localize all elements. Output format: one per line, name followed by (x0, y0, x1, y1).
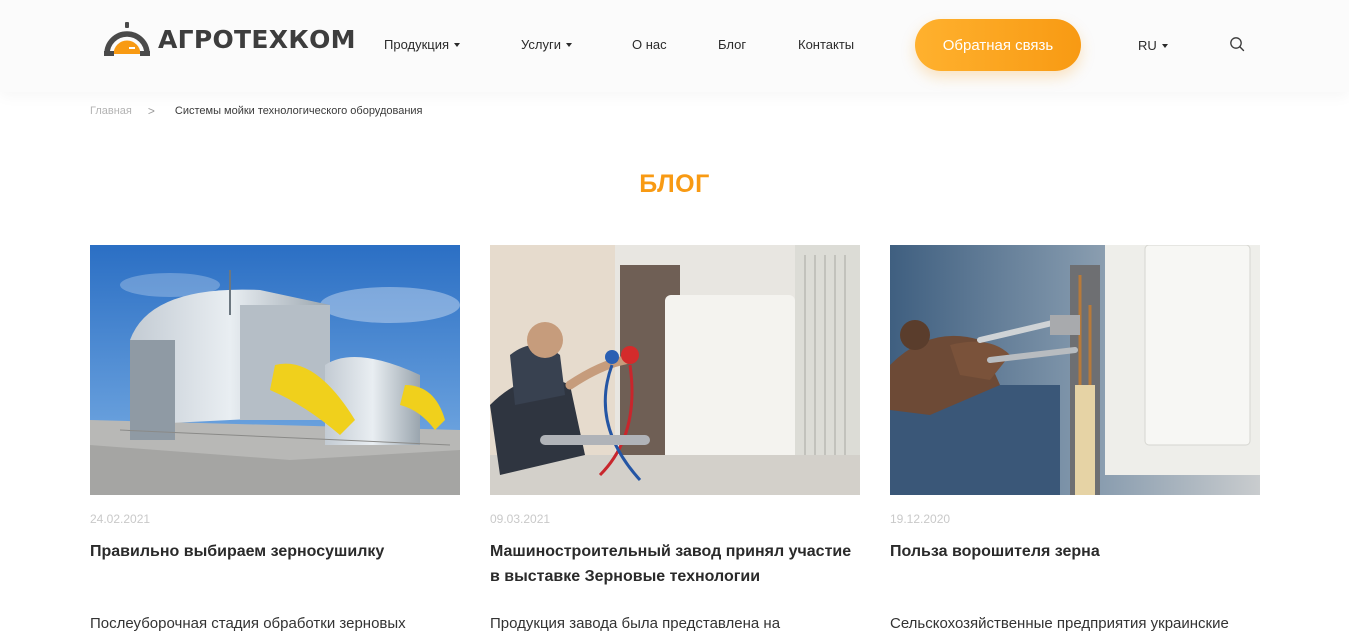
caret-down-icon (1161, 44, 1168, 48)
blog-card-excerpt: Послеуборочная стадия обработки зерновых (90, 615, 406, 632)
blog-card-date: 09.03.2021 (490, 512, 551, 526)
breadcrumb-home[interactable]: Главная (90, 105, 132, 117)
nav-about-label: О нас (632, 37, 667, 52)
blog-card-title[interactable]: Машиностроительный завод принял участие … (490, 539, 860, 589)
blog-card-title[interactable]: Польза ворошителя зерна (890, 539, 1260, 564)
nav-blog-label: Блог (718, 37, 747, 52)
caret-down-icon (565, 43, 572, 47)
blog-card-title[interactable]: Правильно выбираем зерносушилку (90, 539, 460, 564)
site-header: АГРОТЕХКОМ Продукция Услуги О нас Блог К… (0, 0, 1349, 92)
page-title: БЛОГ (639, 170, 710, 198)
language-label: RU (1138, 38, 1157, 53)
nav-products-label: Продукция (384, 37, 450, 52)
nav-products[interactable]: Продукция (384, 37, 461, 52)
nav-contacts[interactable]: Контакты (798, 37, 854, 52)
logo-dome-icon (104, 22, 150, 56)
blog-card-date: 24.02.2021 (90, 512, 151, 526)
language-selector[interactable]: RU (1138, 38, 1168, 53)
breadcrumb-current: Системы мойки технологического оборудова… (174, 105, 423, 117)
blog-card-image[interactable] (490, 245, 860, 495)
nav-services[interactable]: Услуги (521, 37, 572, 52)
feedback-button-label: Обратная связь (942, 36, 1054, 54)
nav-contacts-label: Контакты (798, 37, 855, 52)
blog-card-image[interactable] (890, 245, 1260, 495)
blog-card-date: 19.12.2020 (890, 512, 951, 526)
blog-card: 24.02.2021 Правильно выбираем зерносушил… (90, 245, 460, 643)
blog-card-image[interactable] (90, 245, 460, 495)
logo[interactable]: АГРОТЕХКОМ (104, 20, 356, 58)
blog-card-excerpt: Продукция завода была представлена на (490, 615, 781, 632)
blog-card-excerpt: Сельскохозяйственные предприятия украинс… (890, 615, 1229, 632)
feedback-button[interactable]: Обратная связь (915, 19, 1081, 71)
blog-card: 19.12.2020 Польза ворошителя зерна Сельс… (890, 245, 1260, 643)
blog-card: 09.03.2021 Машиностроительный завод прин… (490, 245, 860, 643)
caret-down-icon (454, 43, 461, 47)
search-button[interactable] (1229, 36, 1245, 57)
nav-blog[interactable]: Блог (718, 37, 746, 52)
chevron-right-icon: > (147, 104, 155, 118)
breadcrumb: Главная > Системы мойки технологического… (90, 104, 423, 118)
search-icon (1230, 37, 1245, 52)
nav-about[interactable]: О нас (632, 37, 667, 52)
nav-services-label: Услуги (521, 37, 561, 52)
logo-text: АГРОТЕХКОМ (158, 24, 356, 54)
